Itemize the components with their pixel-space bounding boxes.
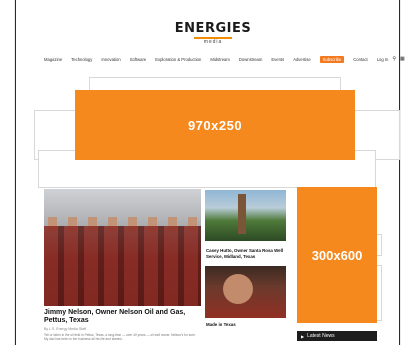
story-thumbnail-drilling-rig[interactable] [205, 190, 286, 241]
feature-excerpt: Tell or listen in the oil field in Pettu… [44, 333, 196, 341]
nav-downstream[interactable]: Downstream [239, 57, 263, 62]
subscribe-button[interactable]: Subscribe [319, 55, 345, 63]
story-thumbnail-portrait[interactable] [205, 266, 286, 318]
nav-technology[interactable]: Technology [71, 57, 92, 62]
site-logo[interactable]: ENERGIES media [172, 21, 254, 46]
menu-icon[interactable]: ▦ [400, 56, 405, 62]
nav-contact[interactable]: Contact [353, 57, 367, 62]
leaderboard-ad[interactable]: 970x250 [75, 90, 355, 160]
nav-exploration[interactable]: Exploration & Production [155, 57, 201, 62]
nav-midstream[interactable]: Midstream [210, 57, 230, 62]
nav-software[interactable]: Software [130, 57, 147, 62]
story-headline[interactable]: Made in Texas [206, 322, 288, 327]
feature-photo[interactable] [44, 189, 201, 306]
logo-subtitle: media [203, 39, 223, 45]
search-icon[interactable]: ⚲ [392, 56, 396, 62]
logo-wordmark: ENERGIES [174, 21, 252, 36]
feature-headline[interactable]: Jimmy Nelson, Owner Nelson Oil and Gas, … [44, 309, 204, 325]
latest-news-header[interactable]: ▶ Latest News [297, 331, 377, 341]
skyscraper-ad[interactable]: 300x600 [297, 187, 377, 323]
triangle-icon: ▶ [301, 333, 305, 339]
feature-byline: By L.S. Energy Media Staff [44, 327, 86, 331]
main-navigation: Magazine Technology Innovation Software … [44, 55, 409, 63]
nav-innovation[interactable]: Innovation [101, 57, 120, 62]
latest-news-label: Latest News [307, 333, 335, 339]
login-link[interactable]: Log In [377, 57, 389, 62]
story-headline[interactable]: Casey Hutto, Owner Santa Rosa Well Servi… [206, 248, 288, 260]
nav-events[interactable]: Events [271, 57, 284, 62]
nav-magazine[interactable]: Magazine [44, 57, 62, 62]
nav-advertise[interactable]: Advertise [293, 57, 310, 62]
